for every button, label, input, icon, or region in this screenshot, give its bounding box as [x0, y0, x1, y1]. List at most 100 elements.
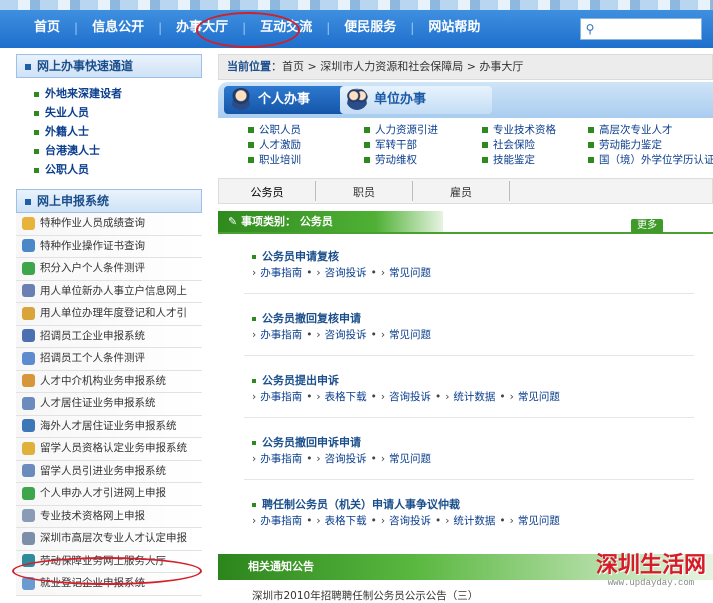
header-banner-strip: [0, 0, 713, 10]
nav-convenience[interactable]: 便民服务: [330, 14, 410, 42]
system-item-icon: [22, 351, 35, 365]
item-divider: [244, 479, 694, 480]
system-item[interactable]: 特种作业人员成绩查询: [16, 213, 202, 236]
green-bullet-icon: [34, 110, 39, 116]
service-action-link[interactable]: 咨询投诉: [389, 515, 431, 527]
system-item[interactable]: 海外人才居住证业务申报系统: [16, 415, 202, 438]
nav-info-disclosure[interactable]: 信息公开: [78, 14, 158, 42]
system-item[interactable]: 招调员工企业申报系统: [16, 325, 202, 348]
service-link[interactable]: 军转干部: [364, 137, 482, 152]
service-action-link[interactable]: 办事指南: [260, 391, 302, 403]
green-bullet-icon: [588, 142, 594, 148]
square-bullet-icon: [25, 198, 31, 205]
search-input[interactable]: ⚲: [580, 18, 702, 40]
service-item-title[interactable]: 聘任制公务员（机关）申请人事争议仲裁: [252, 497, 696, 513]
system-item[interactable]: 专业技术资格网上申报: [16, 505, 202, 528]
service-action-link[interactable]: 常见问题: [389, 267, 431, 279]
service-link[interactable]: 劳动维权: [364, 152, 482, 167]
system-item-icon: [22, 306, 35, 320]
service-item-title[interactable]: 公务员提出申诉: [252, 373, 696, 389]
quick-links-list: 外地来深建设者 失业人员 外籍人士 台港澳人士 公职人员: [16, 78, 202, 179]
system-item[interactable]: 积分入户个人条件测评: [16, 258, 202, 281]
service-action-link[interactable]: 办事指南: [260, 267, 302, 279]
quick-link-item[interactable]: 公职人员: [34, 160, 202, 179]
subtab[interactable]: 公务员: [219, 181, 316, 201]
service-item-title[interactable]: 公务员撤回申诉申请: [252, 435, 696, 451]
search-icon[interactable]: ⚲: [581, 22, 599, 36]
watermark-text: 深圳生活网: [596, 552, 707, 578]
system-item[interactable]: 深圳市高层次专业人才认定申报: [16, 528, 202, 551]
green-bullet-icon: [588, 127, 594, 133]
system-item-icon: [22, 329, 35, 342]
system-item[interactable]: 特种作业操作证书查询: [16, 235, 202, 258]
green-bullet-icon: [248, 157, 254, 163]
system-item[interactable]: 留学人员资格认定业务申报系统: [16, 438, 202, 461]
more-button[interactable]: 更多: [631, 219, 663, 233]
subtab[interactable]: 职员: [316, 181, 413, 201]
service-action-link[interactable]: 常见问题: [389, 453, 431, 465]
service-action-link[interactable]: 统计数据: [453, 391, 495, 403]
quick-link-item[interactable]: 失业人员: [34, 103, 202, 122]
arrow-icon: ›: [380, 329, 386, 341]
service-item-title[interactable]: 公务员申请复核: [252, 249, 696, 265]
service-link[interactable]: 劳动能力鉴定: [588, 137, 713, 152]
action-separator: •: [306, 329, 313, 341]
service-action-link[interactable]: 统计数据: [453, 515, 495, 527]
action-separator: •: [306, 391, 313, 403]
green-bullet-icon: [252, 255, 256, 259]
subtab[interactable]: 雇员: [413, 181, 510, 201]
service-link[interactable]: 高层次专业人才: [588, 122, 713, 137]
tab-unit-services[interactable]: 单位办事: [340, 86, 492, 114]
service-action-link[interactable]: 咨询投诉: [325, 453, 367, 465]
service-action-link[interactable]: 常见问题: [389, 329, 431, 341]
service-action-link[interactable]: 咨询投诉: [389, 391, 431, 403]
service-link[interactable]: 国（境）外学位学历认证: [588, 152, 713, 167]
quick-link-item[interactable]: 外地来深建设者: [34, 84, 202, 103]
service-link[interactable]: 职业培训: [248, 152, 364, 167]
action-separator: •: [306, 515, 313, 527]
green-bullet-icon: [34, 91, 39, 97]
service-action-link[interactable]: 咨询投诉: [325, 329, 367, 341]
green-bullet-icon: [482, 142, 488, 148]
service-action-link[interactable]: 咨询投诉: [325, 267, 367, 279]
arrow-icon: ›: [509, 391, 514, 403]
service-action-link[interactable]: 常见问题: [518, 515, 560, 527]
nav-home[interactable]: 首页: [20, 14, 74, 42]
system-item[interactable]: 个人申办人才引进网上申报: [16, 483, 202, 506]
service-link[interactable]: 人才激励: [248, 137, 364, 152]
system-item[interactable]: 用人单位办理年度登记和人才引: [16, 303, 202, 326]
service-link[interactable]: 技能鉴定: [482, 152, 588, 167]
service-action-link[interactable]: 办事指南: [260, 329, 302, 341]
quick-link-item[interactable]: 台港澳人士: [34, 141, 202, 160]
arrow-icon: ›: [380, 267, 386, 279]
service-link[interactable]: 社会保险: [482, 137, 588, 152]
green-bullet-icon: [364, 142, 370, 148]
system-item[interactable]: 招调员工个人条件测评: [16, 348, 202, 371]
service-action-link[interactable]: 办事指南: [260, 515, 302, 527]
action-separator: •: [370, 391, 377, 403]
service-item: 聘任制公务员（机关）申请人事争议仲裁 › 办事指南 • › 表格下载 • › 咨询投诉 • › 统计数…: [252, 497, 696, 529]
service-link[interactable]: 专业技术资格: [482, 122, 588, 137]
nav-help[interactable]: 网站帮助: [414, 14, 494, 42]
system-item[interactable]: 人才居住证业务申报系统: [16, 393, 202, 416]
item-divider: [244, 417, 694, 418]
labor-service-highlight-circle: [12, 557, 202, 585]
action-separator: •: [499, 391, 506, 403]
arrow-icon: ›: [380, 515, 386, 527]
service-action-link[interactable]: 表格下载: [325, 515, 367, 527]
item-divider: [244, 293, 694, 294]
service-link[interactable]: 人力资源引进: [364, 122, 482, 137]
service-action-link[interactable]: 表格下载: [325, 391, 367, 403]
system-item[interactable]: 留学人员引进业务申报系统: [16, 460, 202, 483]
service-item-title[interactable]: 公务员撤回复核申请: [252, 311, 696, 327]
top-nav-bar: 首页 | 信息公开 | 办事大厅 | 互动交流 | 便民服务 | 网站帮助 ⚲: [0, 0, 713, 48]
action-separator: •: [370, 329, 377, 341]
system-item[interactable]: 人才中介机构业务申报系统: [16, 370, 202, 393]
system-item[interactable]: 用人单位新办人事立户信息网上: [16, 280, 202, 303]
service-action-link[interactable]: 常见问题: [518, 391, 560, 403]
service-action-link[interactable]: 办事指南: [260, 453, 302, 465]
action-separator: •: [370, 515, 377, 527]
service-link[interactable]: 公职人员: [248, 122, 364, 137]
quick-link-item[interactable]: 外籍人士: [34, 122, 202, 141]
service-tabs-band: 个人办事 单位办事: [218, 82, 713, 118]
